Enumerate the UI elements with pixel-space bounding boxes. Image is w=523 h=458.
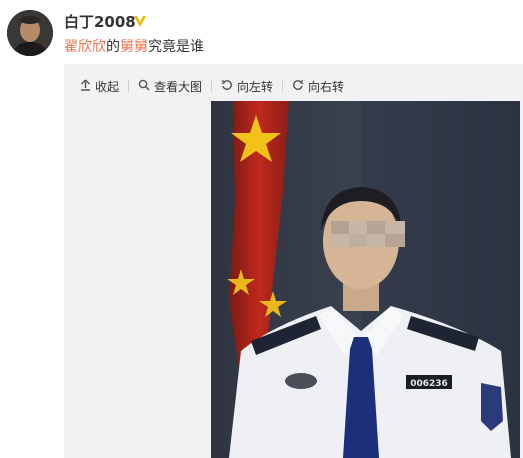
rotate-left-button[interactable]: 向左转 (221, 78, 273, 95)
rotate-right-button[interactable]: 向右转 (292, 78, 344, 95)
view-large-image-button[interactable]: 查看大图 (138, 78, 202, 95)
post-text: 翟欣欣的舅舅究竟是谁 (64, 36, 204, 56)
rotate-left-icon (221, 79, 233, 94)
badge-number: 006236 (410, 379, 448, 389)
rotate-right-icon (292, 79, 304, 94)
collapse-up-arrow-icon (80, 79, 91, 94)
view-large-label: 查看大图 (154, 79, 203, 94)
rotate-left-label: 向左转 (237, 79, 274, 94)
collapse-label: 收起 (95, 79, 120, 94)
avatar[interactable] (7, 10, 53, 56)
post-text-segment: 究竟是谁 (148, 39, 204, 55)
magnifier-icon (138, 79, 150, 94)
image-toolbar: 收起 查看大图 向左转 向右转 (80, 76, 344, 96)
verified-badge-icon (132, 13, 148, 29)
mention-link[interactable]: 翟欣欣 (64, 39, 106, 55)
toolbar-divider (282, 80, 284, 92)
post-text-segment: 的 (106, 39, 120, 55)
toolbar-divider (211, 80, 213, 92)
rotate-right-label: 向右转 (308, 79, 345, 94)
topic-link[interactable]: 舅舅 (120, 39, 148, 55)
toolbar-divider (128, 80, 130, 92)
username[interactable]: 白丁2008 (64, 11, 136, 32)
avatar-image (7, 10, 53, 56)
collapse-button[interactable]: 收起 (80, 78, 119, 95)
post-photo[interactable]: 006236 (211, 101, 520, 458)
photo-image: 006236 (211, 101, 520, 458)
